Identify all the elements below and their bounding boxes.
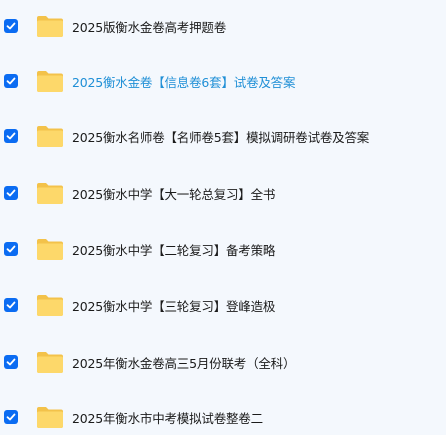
checkbox[interactable] — [4, 355, 18, 369]
folder-name[interactable]: 2025衡水中学【二轮复习】备考策略 — [72, 240, 275, 259]
folder-icon — [36, 350, 64, 374]
checkbox[interactable] — [4, 74, 18, 88]
checkbox[interactable] — [4, 242, 18, 256]
checkbox[interactable] — [4, 19, 18, 33]
checkbox[interactable] — [4, 410, 18, 424]
checkbox[interactable] — [4, 186, 18, 200]
folder-name[interactable]: 2025年衡水市中考模拟试卷整卷二 — [72, 408, 263, 427]
folder-icon — [36, 124, 64, 148]
checkmark-icon — [6, 245, 16, 253]
checkbox[interactable] — [4, 298, 18, 312]
list-item[interactable]: 2025衡水名师卷【名师卷5套】模拟调研卷试卷及答案 — [0, 118, 446, 154]
folder-icon — [36, 14, 64, 38]
checkmark-icon — [6, 189, 16, 197]
checkmark-icon — [6, 22, 16, 30]
folder-icon — [36, 237, 64, 261]
list-item[interactable]: 2025年衡水金卷高三5月份联考（全科） — [0, 344, 446, 380]
list-item[interactable]: 2025年衡水市中考模拟试卷整卷二 — [0, 399, 446, 435]
list-item[interactable]: 2025衡水中学【二轮复习】备考策略 — [0, 231, 446, 267]
folder-icon — [36, 293, 64, 317]
list-item[interactable]: 2025衡水金卷【信息卷6套】试卷及答案 — [0, 63, 446, 99]
list-item[interactable]: 2025衡水中学【大一轮总复习】全书 — [0, 175, 446, 211]
folder-name[interactable]: 2025衡水名师卷【名师卷5套】模拟调研卷试卷及答案 — [72, 127, 369, 146]
folder-name[interactable]: 2025年衡水金卷高三5月份联考（全科） — [72, 353, 295, 372]
file-list: 2025版衡水金卷高考押题卷 2025衡水金卷【信息卷6套】试卷及答案 2025… — [0, 0, 446, 433]
checkmark-icon — [6, 77, 16, 85]
folder-icon — [36, 181, 64, 205]
folder-name[interactable]: 2025版衡水金卷高考押题卷 — [72, 17, 226, 36]
folder-name[interactable]: 2025衡水金卷【信息卷6套】试卷及答案 — [72, 72, 295, 91]
checkmark-icon — [6, 358, 16, 366]
list-item[interactable]: 2025版衡水金卷高考押题卷 — [0, 8, 446, 44]
checkbox[interactable] — [4, 129, 18, 143]
list-item[interactable]: 2025衡水中学【三轮复习】登峰造极 — [0, 287, 446, 323]
checkmark-icon — [6, 301, 16, 309]
folder-icon — [36, 405, 64, 429]
folder-icon — [36, 69, 64, 93]
checkmark-icon — [6, 132, 16, 140]
folder-name[interactable]: 2025衡水中学【大一轮总复习】全书 — [72, 184, 275, 203]
folder-name[interactable]: 2025衡水中学【三轮复习】登峰造极 — [72, 296, 275, 315]
checkmark-icon — [6, 413, 16, 421]
